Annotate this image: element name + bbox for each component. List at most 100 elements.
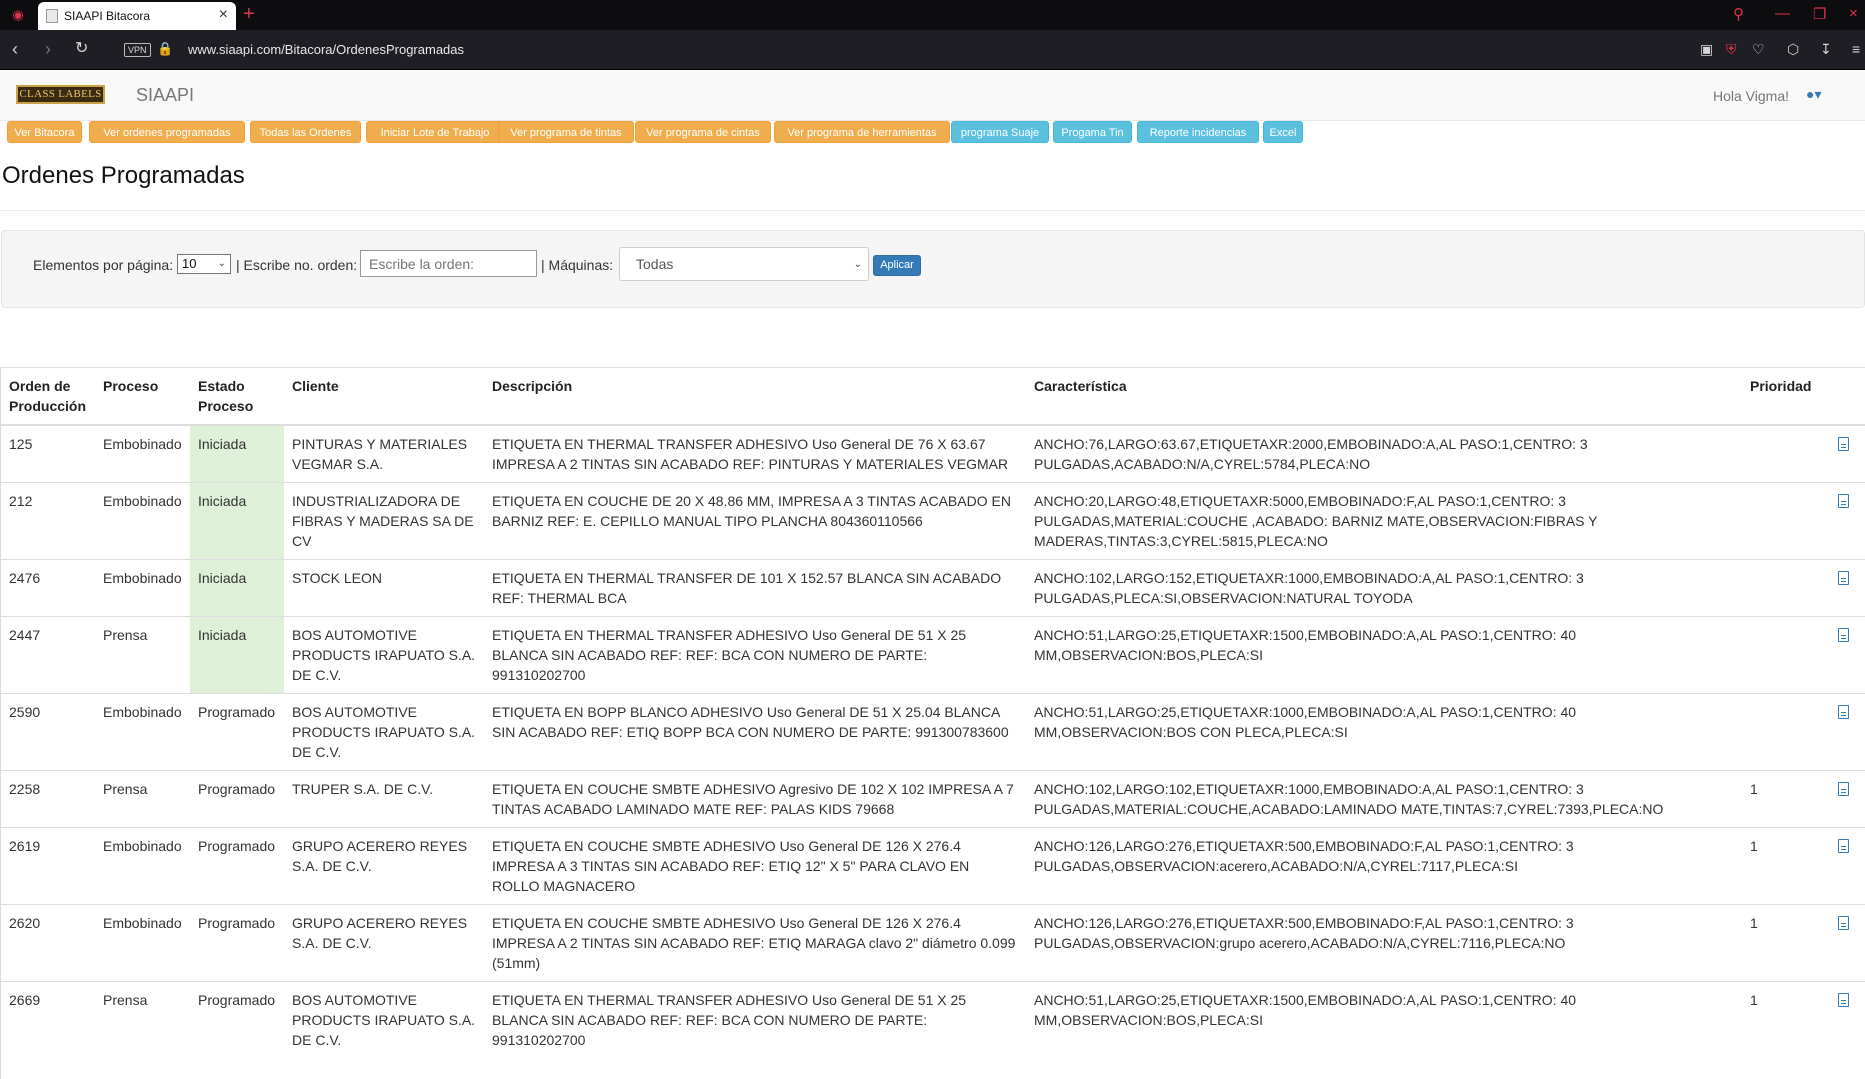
camera-icon[interactable]: ▣ — [1700, 41, 1713, 58]
ver-bitacora-button[interactable]: Ver Bitacora — [7, 121, 82, 143]
pdf-link[interactable] — [1820, 424, 1865, 483]
pdf-icon[interactable] — [1837, 916, 1849, 930]
url-field[interactable]: www.siaapi.com/Bitacora/OrdenesProgramad… — [188, 42, 464, 57]
forward-icon[interactable]: › — [45, 38, 51, 60]
shield-icon[interactable]: ⛨ — [1726, 41, 1737, 58]
cell-caracteristica: ANCHO:76,LARGO:63.67,ETIQUETAXR:2000,EMB… — [1026, 424, 1742, 483]
title-divider — [0, 210, 1865, 211]
heart-icon[interactable]: ♡ — [1752, 41, 1765, 58]
table-row[interactable]: 125 Embobinado Iniciada PINTURAS Y MATER… — [1, 424, 1865, 483]
programa-suaje-button[interactable]: programa Suaje — [951, 121, 1049, 143]
progama-tin-button[interactable]: Progama Tin — [1053, 121, 1132, 143]
order-search-input[interactable] — [360, 250, 537, 277]
pdf-link[interactable] — [1820, 616, 1865, 694]
pdf-link[interactable] — [1820, 981, 1865, 1058]
chevron-down-icon: ⌄ — [853, 259, 862, 270]
lock-icon[interactable]: 🔒 — [157, 41, 173, 57]
download-icon[interactable]: ↧ — [1820, 41, 1832, 58]
reload-icon[interactable]: ↻ — [75, 38, 88, 60]
menu-icon[interactable]: ≡ — [1852, 41, 1860, 57]
todas-las-ordenes-button[interactable]: Todas las Ordenes — [250, 121, 361, 143]
back-icon[interactable]: ‹ — [12, 38, 18, 60]
cell-proceso: Prensa — [95, 616, 190, 694]
header-cliente[interactable]: Cliente — [284, 367, 484, 426]
cell-estado: Programado — [190, 904, 284, 982]
chevron-down-icon: ⌄ — [217, 258, 226, 269]
header-actions — [1820, 367, 1865, 426]
table-row[interactable]: 212 Embobinado Iniciada INDUSTRIALIZADOR… — [1, 482, 1865, 560]
header-descripcion[interactable]: Descripción — [484, 367, 1026, 426]
minimize-icon[interactable]: — — [1775, 5, 1790, 22]
pdf-link[interactable] — [1820, 770, 1865, 828]
pdf-icon[interactable] — [1837, 571, 1849, 585]
close-window-icon[interactable]: × — [1849, 5, 1858, 22]
pdf-icon[interactable] — [1837, 782, 1849, 796]
cube-icon[interactable]: ⬡ — [1787, 41, 1799, 58]
cell-prioridad: 1 — [1742, 770, 1820, 828]
table-header-row: Orden de Producción Proceso Estado Proce… — [1, 367, 1865, 426]
gamepad-icon[interactable]: ◉ — [8, 6, 28, 24]
cell-cliente: STOCK LEON — [284, 559, 484, 617]
close-tab-icon[interactable]: × — [219, 6, 228, 24]
cell-proceso: Embobinado — [95, 482, 190, 560]
pdf-link[interactable] — [1820, 693, 1865, 771]
excel-button[interactable]: Excel — [1263, 121, 1303, 143]
browser-tab[interactable]: SIAAPI Bitacora × — [38, 2, 236, 30]
header-prioridad[interactable]: Prioridad — [1742, 367, 1820, 426]
header-caracteristica[interactable]: Característica — [1026, 367, 1742, 426]
ver-programa-tintas-button[interactable]: Ver programa de tintas — [498, 121, 634, 143]
cell-descripcion: ETIQUETA EN THERMAL TRANSFER ADHESIVO Us… — [484, 616, 1026, 694]
pdf-link[interactable] — [1820, 827, 1865, 905]
table-row[interactable]: 2447 Prensa Iniciada BOS AUTOMOTIVE PROD… — [1, 616, 1865, 694]
cell-descripcion: ETIQUETA EN COUCHE SMBTE ADHESIVO Agresi… — [484, 770, 1026, 828]
pdf-icon[interactable] — [1837, 705, 1849, 719]
cell-prioridad: 1 — [1742, 981, 1820, 1058]
apply-button[interactable]: Aplicar — [873, 255, 921, 276]
company-logo[interactable]: CLASS LABELS — [16, 85, 105, 104]
orders-table-container: Orden de Producción Proceso Estado Proce… — [0, 367, 1865, 1079]
cell-cliente: TRUPER S.A. DE C.V. — [284, 770, 484, 828]
cell-proceso: Embobinado — [95, 827, 190, 905]
cell-proceso: Embobinado — [95, 904, 190, 982]
orders-table: Orden de Producción Proceso Estado Proce… — [1, 367, 1865, 1058]
cell-prioridad — [1742, 559, 1820, 617]
table-row[interactable]: 2258 Prensa Programado TRUPER S.A. DE C.… — [1, 770, 1865, 828]
iniciar-lote-button[interactable]: Iniciar Lote de Trabajo — [366, 121, 504, 143]
cell-cliente: PINTURAS Y MATERIALES VEGMAR S.A. — [284, 424, 484, 483]
new-tab-icon[interactable]: + — [243, 3, 255, 25]
pdf-link[interactable] — [1820, 559, 1865, 617]
cell-caracteristica: ANCHO:51,LARGO:25,ETIQUETAXR:1000,EMBOBI… — [1026, 693, 1742, 771]
pdf-link[interactable] — [1820, 482, 1865, 560]
vpn-badge[interactable]: VPN — [124, 43, 151, 57]
table-row[interactable]: 2620 Embobinado Programado GRUPO ACERERO… — [1, 904, 1865, 982]
cell-orden: 2619 — [1, 827, 95, 905]
ver-ordenes-programadas-button[interactable]: Ver ordenes programadas — [89, 121, 245, 143]
per-page-select[interactable]: 10 ⌄ — [177, 254, 231, 274]
pdf-icon[interactable] — [1837, 839, 1849, 853]
machines-select[interactable]: Todas ⌄ — [619, 247, 869, 281]
table-row[interactable]: 2669 Prensa Programado BOS AUTOMOTIVE PR… — [1, 981, 1865, 1058]
cell-descripcion: ETIQUETA EN COUCHE SMBTE ADHESIVO Uso Ge… — [484, 827, 1026, 905]
header-estado[interactable]: Estado Proceso — [190, 367, 284, 426]
cell-orden: 212 — [1, 482, 95, 560]
reporte-incidencias-button[interactable]: Reporte incidencias — [1137, 121, 1259, 143]
search-icon[interactable]: ⚲ — [1733, 5, 1744, 23]
pdf-icon[interactable] — [1837, 993, 1849, 1007]
user-greeting[interactable]: Hola Vigma! — [1713, 88, 1789, 104]
pdf-icon[interactable] — [1837, 437, 1849, 451]
table-row[interactable]: 2476 Embobinado Iniciada STOCK LEON ETIQ… — [1, 559, 1865, 617]
cell-caracteristica: ANCHO:102,LARGO:152,ETIQUETAXR:1000,EMBO… — [1026, 559, 1742, 617]
header-proceso[interactable]: Proceso — [95, 367, 190, 426]
pdf-icon[interactable] — [1837, 628, 1849, 642]
ver-programa-herramientas-button[interactable]: Ver programa de herramientas — [774, 121, 950, 143]
ver-programa-cintas-button[interactable]: Ver programa de cintas — [635, 121, 771, 143]
user-menu-icon[interactable]: ●▾ — [1806, 86, 1821, 103]
table-row[interactable]: 2590 Embobinado Programado BOS AUTOMOTIV… — [1, 693, 1865, 771]
header-orden[interactable]: Orden de Producción — [1, 367, 95, 426]
restore-icon[interactable]: ❐ — [1813, 5, 1826, 23]
cell-descripcion: ETIQUETA EN BOPP BLANCO ADHESIVO Uso Gen… — [484, 693, 1026, 771]
pdf-icon[interactable] — [1837, 494, 1849, 508]
table-row[interactable]: 2619 Embobinado Programado GRUPO ACERERO… — [1, 827, 1865, 905]
brand-name[interactable]: SIAAPI — [136, 85, 194, 106]
pdf-link[interactable] — [1820, 904, 1865, 982]
